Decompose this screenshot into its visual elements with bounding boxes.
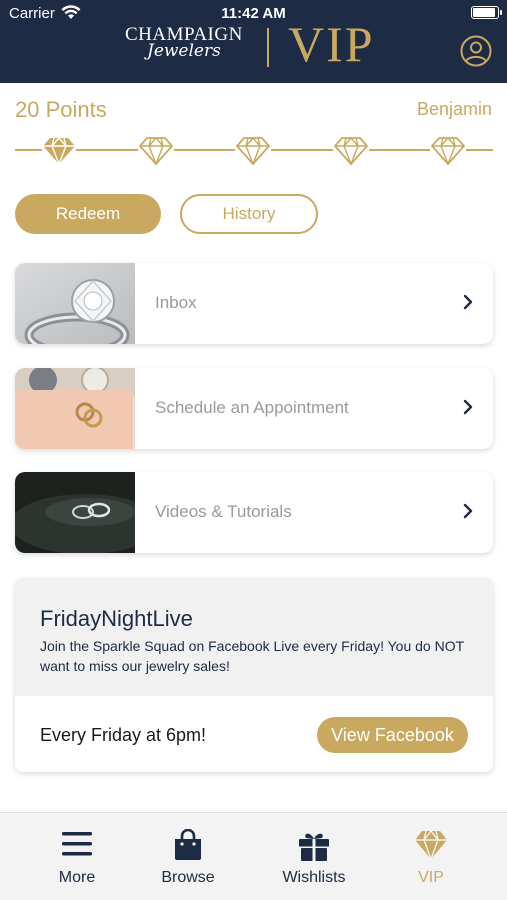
shopping-bag-icon [175, 829, 201, 860]
hamburger-menu-icon [62, 832, 92, 856]
vip-logo: VIP [288, 16, 375, 72]
chevron-right-icon [463, 294, 473, 310]
tier-diamond-icon [42, 135, 76, 166]
appointment-photo [15, 368, 135, 449]
tier-diamond-icon [235, 135, 271, 166]
tab-label: Wishlists [282, 869, 346, 886]
event-card: FridayNightLive Join the Sparkle Squad o… [15, 578, 493, 772]
tier-progress [15, 135, 493, 166]
view-facebook-button[interactable]: View Facebook [317, 717, 468, 753]
menu-item-label: Inbox [155, 293, 197, 312]
status-time: 11:42 AM [221, 5, 286, 22]
tab-label: More [58, 869, 96, 886]
tier-diamond-icon [333, 135, 369, 166]
tier-diamond-icon [138, 135, 174, 166]
tier-diamond-icon [430, 135, 466, 166]
menu-item-videos-tutorials[interactable]: Videos & Tutorials [15, 472, 493, 553]
tab-vip[interactable]: VIP [381, 813, 481, 900]
brand-script: Jewelers [147, 41, 221, 61]
tab-label: VIP [418, 869, 444, 886]
logo-divider [267, 28, 269, 67]
history-button[interactable]: History [180, 194, 318, 234]
event-time: Every Friday at 6pm! [40, 725, 207, 745]
brand-logo: CHAMPAIGN Jewelers [125, 24, 247, 68]
menu-item-label: Schedule an Appointment [155, 398, 349, 417]
redeem-button[interactable]: Redeem [15, 194, 161, 234]
status-bar: Carrier 11:42 AM [0, 0, 507, 28]
event-header: FridayNightLive Join the Sparkle Squad o… [15, 578, 493, 696]
tab-label: Browse [161, 869, 215, 886]
diamond-icon [415, 829, 447, 861]
event-description: Join the Sparkle Squad on Facebook Live … [40, 638, 464, 674]
gift-icon [299, 833, 329, 861]
menu-item-inbox[interactable]: Inbox [15, 263, 493, 344]
ring-photo [15, 263, 135, 344]
rings-photo [15, 472, 135, 553]
tab-wishlists[interactable]: Wishlists [264, 813, 364, 900]
tab-browse[interactable]: Browse [138, 813, 238, 900]
menu-item-label: Videos & Tutorials [155, 502, 292, 521]
user-name: Benjamin [416, 99, 492, 119]
user-circle-icon[interactable] [460, 35, 492, 67]
menu-item-schedule-appointment[interactable]: Schedule an Appointment [15, 368, 493, 449]
app-header: Carrier 11:42 AM CHAMPAIGN Jewelers VIP [0, 0, 507, 83]
chevron-right-icon [463, 399, 473, 415]
tab-more[interactable]: More [27, 813, 127, 900]
event-title: FridayNightLive [40, 606, 193, 631]
battery-icon [471, 6, 502, 19]
points-balance: 20 Points [15, 97, 107, 122]
chevron-right-icon [463, 503, 473, 519]
tab-bar: More Browse Wishlists VIP [0, 812, 507, 900]
